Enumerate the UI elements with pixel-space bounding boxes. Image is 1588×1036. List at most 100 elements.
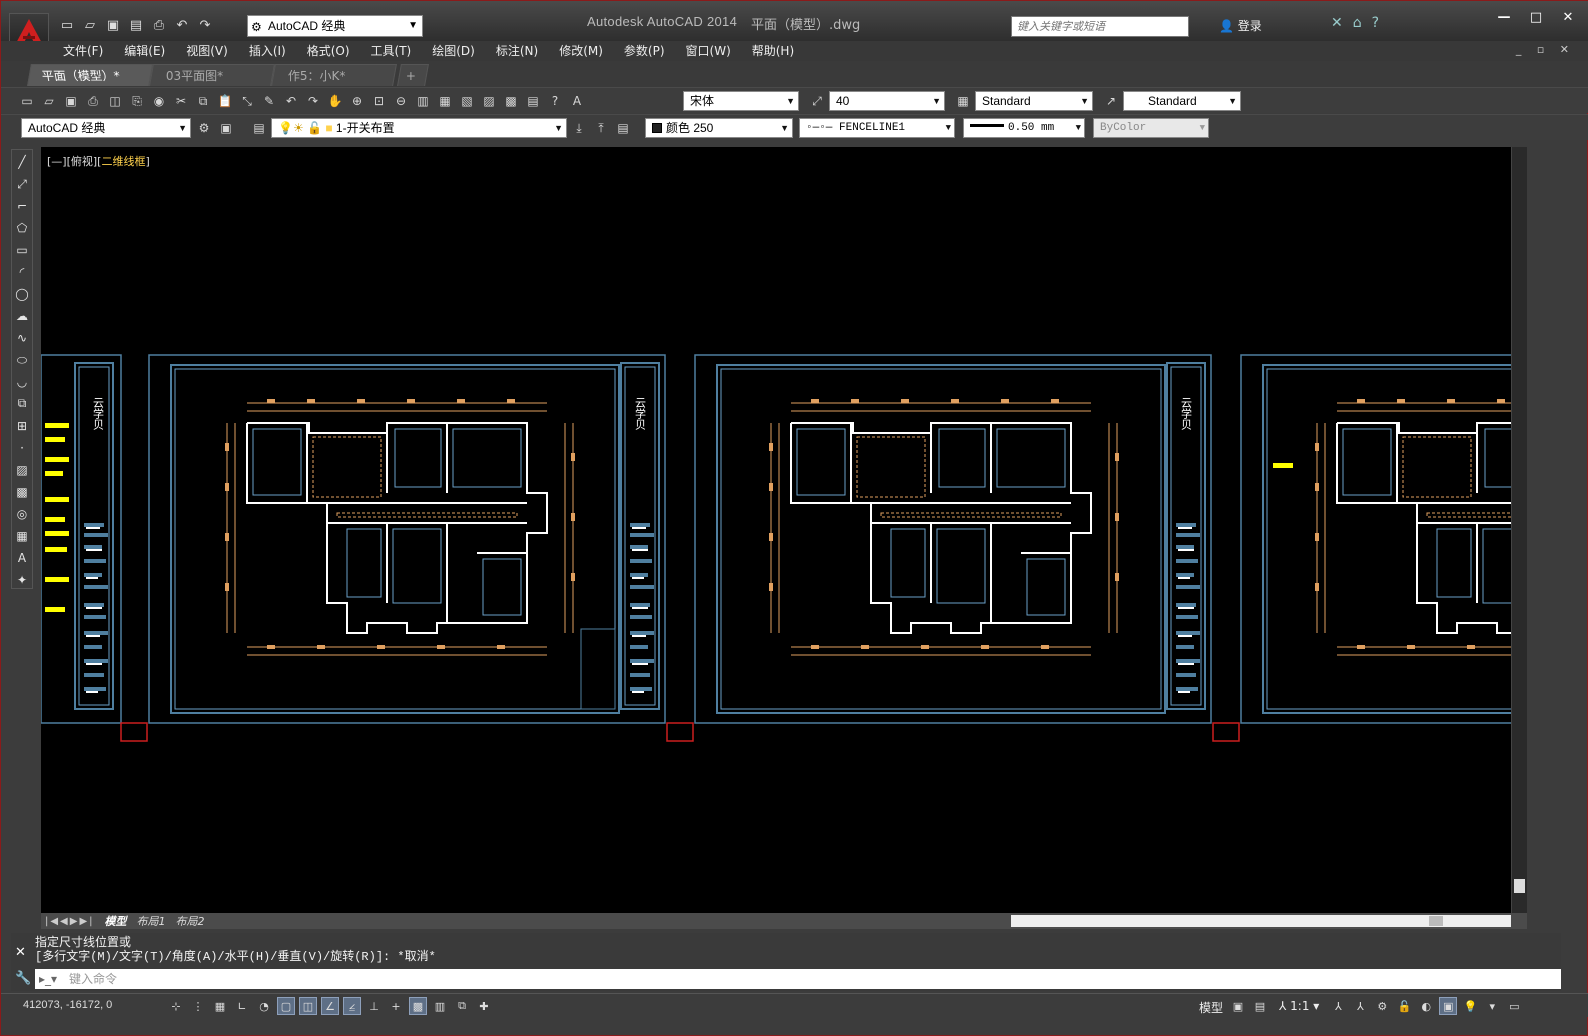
menu-tools[interactable]: 工具(T) <box>371 41 412 61</box>
multiline-text-icon[interactable]: A <box>13 549 31 566</box>
copy-icon[interactable]: ⧉ <box>193 92 213 110</box>
workspace-select[interactable]: ⚙ AutoCAD 经典 ▼ <box>247 15 423 37</box>
auto-scale-icon[interactable]: ⅄ <box>1351 997 1369 1015</box>
scroll-thumb[interactable] <box>1429 916 1443 926</box>
table-icon[interactable]: ▦ <box>13 527 31 544</box>
menu-window[interactable]: 窗口(W) <box>686 41 731 61</box>
ellipse-arc-icon[interactable]: ◡ <box>13 374 31 391</box>
dim-style-select[interactable]: Standard ▼ <box>975 91 1093 111</box>
insert-block-icon[interactable]: ⧉ <box>13 395 31 412</box>
calculator-icon[interactable]: ▤ <box>523 92 543 110</box>
make-current-layer-icon[interactable]: ⤓ <box>569 119 589 137</box>
save-icon[interactable]: ▣ <box>61 92 81 110</box>
community-icon[interactable]: ⌂ <box>1353 15 1362 31</box>
layout-nav-arrows[interactable]: |◀◀▶▶| <box>45 916 95 927</box>
selection-cycling-icon[interactable]: ⧉ <box>453 997 471 1015</box>
publish-icon[interactable]: ⎘ <box>127 92 147 110</box>
command-input[interactable]: ▸_▾ 键入命令 <box>35 969 1561 989</box>
text-style-icon[interactable]: A <box>567 92 587 110</box>
workspace-save-icon[interactable]: ▣ <box>216 119 236 137</box>
layer-state-icon[interactable]: ▤ <box>613 119 633 137</box>
pan-icon[interactable]: ✋ <box>325 92 345 110</box>
match-icon[interactable]: ⤡ <box>237 92 257 110</box>
polar-icon[interactable]: ◔ <box>255 997 273 1015</box>
zoom-previous-icon[interactable]: ⊖ <box>391 92 411 110</box>
undo-icon[interactable]: ↶ <box>172 15 192 35</box>
menu-insert[interactable]: 插入(I) <box>249 41 286 61</box>
close-button[interactable]: ✕ <box>1553 7 1583 27</box>
workspace-settings-icon[interactable]: ⚙ <box>194 119 214 137</box>
block-editor-icon[interactable]: ✎ <box>259 92 279 110</box>
minimize-button[interactable]: — <box>1489 7 1519 27</box>
coordinates-readout[interactable]: 412073, -16172, 0 <box>23 999 112 1011</box>
status-menu-icon[interactable]: ▾ <box>1483 997 1501 1015</box>
menu-view[interactable]: 视图(V) <box>186 41 228 61</box>
tab-layout2[interactable]: 布局2 <box>176 913 205 929</box>
menu-parametric[interactable]: 参数(P) <box>624 41 665 61</box>
help-icon[interactable]: ? <box>545 92 565 110</box>
layouts-icon[interactable]: ▤ <box>1251 997 1269 1015</box>
horizontal-scrollbar[interactable] <box>1011 915 1511 927</box>
linetype-select[interactable]: ◦—◦— FENCELINE1 ▼ <box>799 118 955 138</box>
new-icon[interactable]: ▭ <box>57 15 77 35</box>
transparency-icon[interactable]: ▩ <box>409 997 427 1015</box>
ducs-icon[interactable]: ⦤ <box>343 997 361 1015</box>
annotation-scale[interactable]: ⅄ 1:1 ▾ <box>1279 999 1319 1013</box>
document-window-controls[interactable]: _ ▫ ✕ <box>1516 43 1575 56</box>
layout-icon[interactable]: ▣ <box>1229 997 1247 1015</box>
ortho-icon[interactable]: ∟ <box>233 997 251 1015</box>
osnap-icon[interactable]: ▢ <box>277 997 295 1015</box>
zoom-realtime-icon[interactable]: ⊕ <box>347 92 367 110</box>
undo-icon[interactable]: ↶ <box>281 92 301 110</box>
sheet-set-icon[interactable]: ▨ <box>479 92 499 110</box>
gradient-icon[interactable]: ▩ <box>13 483 31 500</box>
table-style-icon[interactable]: ▦ <box>953 92 973 110</box>
drawing-canvas[interactable]: [—][俯视][二维线框] 云学贝 云学贝 云学贝 <box>41 147 1511 913</box>
multileader-style-icon[interactable]: ↗ <box>1101 92 1121 110</box>
menu-help[interactable]: 帮助(H) <box>752 41 794 61</box>
rectangle-icon[interactable]: ▭ <box>13 242 31 259</box>
print-icon[interactable]: ⎙ <box>149 15 169 35</box>
help-icon[interactable]: ? <box>1372 15 1379 31</box>
3d-print-icon[interactable]: ◉ <box>149 92 169 110</box>
design-center-icon[interactable]: ▦ <box>435 92 455 110</box>
tab-plan-model[interactable]: 平面（模型）*✕ <box>27 64 153 105</box>
layer-select[interactable]: 💡☀ 🔓 ■ 1-开关布置 ▼ <box>271 118 567 138</box>
zoom-window-icon[interactable]: ⊡ <box>369 92 389 110</box>
workspace-switch-icon[interactable]: ⚙ <box>1373 997 1391 1015</box>
lock-icon[interactable]: 🔓 <box>1395 997 1413 1015</box>
polyline-icon[interactable]: ⌐ <box>13 198 31 215</box>
model-space-toggle[interactable]: 模型 <box>1199 999 1223 1016</box>
spline-icon[interactable]: ∿ <box>13 330 31 347</box>
snap-icon[interactable]: ⋮ <box>189 997 207 1015</box>
annotation-monitor-icon[interactable]: ✚ <box>475 997 493 1015</box>
otrack-icon[interactable]: ∠ <box>321 997 339 1015</box>
tab-work5[interactable]: 作5：小K* <box>271 64 397 86</box>
open-icon[interactable]: ▱ <box>39 92 59 110</box>
3d-osnap-icon[interactable]: ◫ <box>299 997 317 1015</box>
lightbulb-icon[interactable]: 💡 <box>1461 997 1479 1015</box>
polygon-icon[interactable]: ⬠ <box>13 220 31 237</box>
grid-icon[interactable]: ▦ <box>211 997 229 1015</box>
annotation-visibility-icon[interactable]: ⅄ <box>1329 997 1347 1015</box>
menu-format[interactable]: 格式(O) <box>307 41 350 61</box>
search-input[interactable] <box>1011 16 1189 37</box>
isolate-icon[interactable]: ▣ <box>1439 997 1458 1015</box>
add-selected-icon[interactable]: ✦ <box>13 571 31 588</box>
hardware-acceleration-icon[interactable]: ◐ <box>1417 997 1435 1015</box>
maximize-button[interactable]: □ <box>1521 7 1551 27</box>
ellipse-icon[interactable]: ⬭ <box>13 352 31 369</box>
infer-constraints-icon[interactable]: ⊹ <box>167 997 185 1015</box>
close-icon[interactable]: ✕ <box>15 945 26 960</box>
workspace-toolbar-select[interactable]: AutoCAD 经典 ▼ <box>21 118 191 138</box>
text-height-select[interactable]: 40 ▼ <box>829 91 945 111</box>
tab-model[interactable]: 模型 <box>105 913 127 929</box>
layer-manager-icon[interactable]: ▤ <box>249 119 269 137</box>
save-as-icon[interactable]: ▤ <box>126 15 146 35</box>
markup-icon[interactable]: ▩ <box>501 92 521 110</box>
text-font-select[interactable]: 宋体 ▼ <box>683 91 799 111</box>
new-tab-button[interactable]: + <box>397 64 429 86</box>
layer-previous-icon[interactable]: ⤒ <box>591 119 611 137</box>
dyn-icon[interactable]: ⊥ <box>365 997 383 1015</box>
preview-icon[interactable]: ◫ <box>105 92 125 110</box>
